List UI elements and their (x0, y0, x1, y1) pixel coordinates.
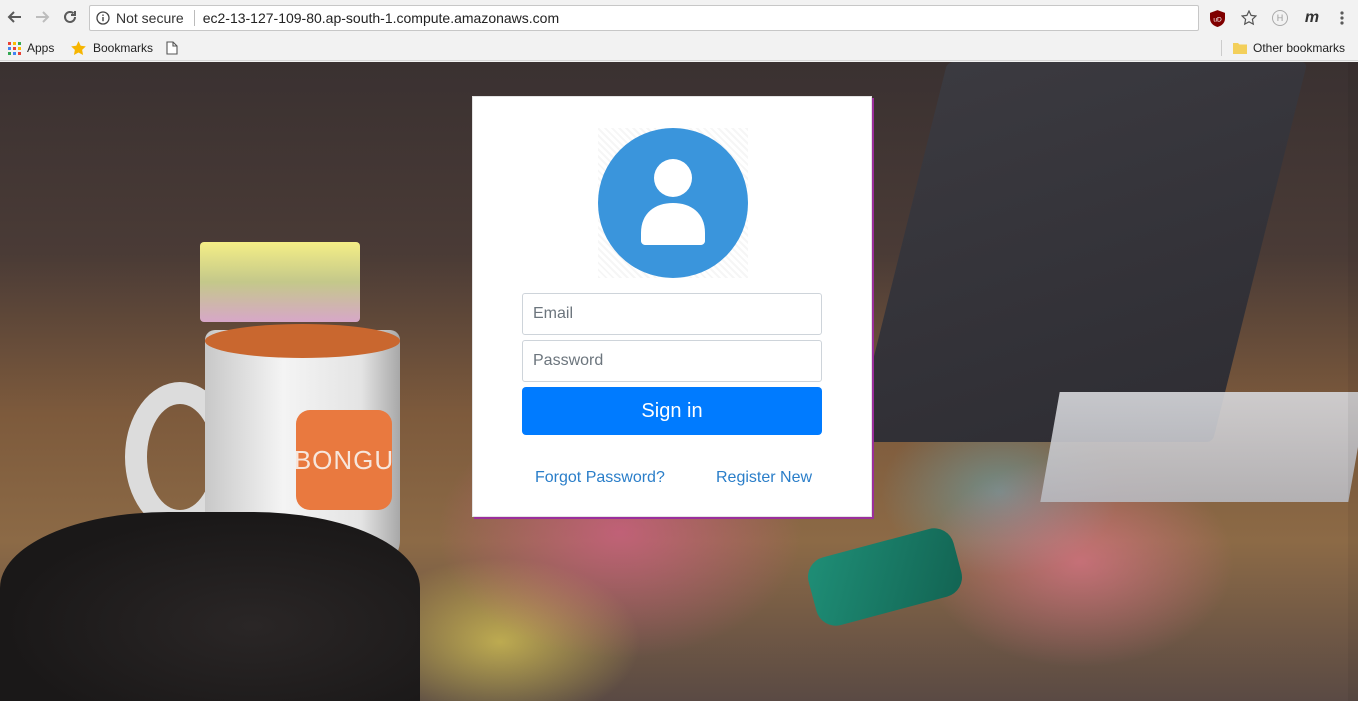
apps-grid-icon (8, 41, 21, 55)
bookmarks-bar: Apps Bookmarks Other bookmarks (0, 35, 1358, 61)
register-link[interactable]: Register New (716, 469, 812, 487)
ublock-extension-button[interactable]: uD (1207, 8, 1227, 28)
forgot-password-link[interactable]: Forgot Password? (535, 469, 665, 487)
address-bar[interactable]: Not secure ec2-13-127-109-80.ap-south-1.… (89, 5, 1199, 31)
back-arrow-icon (7, 11, 21, 23)
url-text[interactable]: ec2-13-127-109-80.ap-south-1.compute.ama… (203, 10, 559, 26)
m-extension-button[interactable]: m (1302, 8, 1322, 28)
forward-button[interactable] (31, 6, 53, 28)
mug-logo: BONGU (294, 410, 393, 510)
star-outline-icon (1241, 10, 1257, 26)
signin-button[interactable]: Sign in (522, 387, 822, 435)
mug-rim (205, 324, 400, 358)
bookmarks-separator (1221, 40, 1222, 56)
bookmark-star-button[interactable] (1239, 8, 1259, 28)
security-status[interactable]: Not secure (116, 10, 184, 26)
hover-extension-icon: H (1272, 10, 1288, 26)
marker-pen (803, 523, 967, 631)
bookmark-apps[interactable]: Apps (8, 39, 54, 57)
bookmark-other[interactable]: Other bookmarks (1233, 39, 1345, 57)
scrollbar[interactable] (1348, 62, 1358, 701)
bookmark-bookmarks[interactable]: Bookmarks (70, 39, 153, 57)
laptop-keyboard (1040, 392, 1358, 502)
info-icon[interactable] (96, 11, 110, 25)
bookmark-other-label: Other bookmarks (1253, 41, 1346, 55)
laptop-screen (852, 62, 1308, 442)
browser-toolbar: Not secure ec2-13-127-109-80.ap-south-1.… (0, 0, 1358, 35)
password-input[interactable] (522, 340, 822, 382)
reload-icon (64, 10, 76, 23)
page-viewport: BONGU Sign in Forgot Password? Register … (0, 62, 1358, 701)
bookmark-page[interactable] (166, 39, 178, 57)
back-button[interactable] (4, 6, 26, 28)
user-icon (641, 159, 705, 245)
headphones (0, 512, 420, 701)
bookmark-bookmarks-label: Bookmarks (93, 41, 154, 55)
sticky-notes-stack (200, 242, 360, 322)
kebab-menu-icon (1340, 11, 1344, 25)
avatar (598, 128, 748, 278)
hover-extension-button[interactable]: H (1270, 8, 1290, 28)
email-input[interactable] (522, 293, 822, 335)
chrome-menu-button[interactable] (1332, 8, 1352, 28)
star-filled-icon (71, 40, 86, 55)
forward-arrow-icon (36, 11, 50, 23)
address-separator (193, 10, 195, 26)
ublock-label: uD (1213, 16, 1222, 23)
reload-button[interactable] (59, 6, 81, 28)
bookmark-apps-label: Apps (27, 41, 55, 55)
hover-extension-label: H (1276, 13, 1284, 23)
m-extension-label: m (1304, 9, 1320, 26)
ublock-shield-icon: uD (1209, 9, 1225, 27)
avatar-frame (598, 128, 748, 278)
folder-icon (1233, 43, 1247, 54)
page-icon (166, 41, 178, 55)
login-card: Sign in Forgot Password? Register New (472, 96, 872, 517)
